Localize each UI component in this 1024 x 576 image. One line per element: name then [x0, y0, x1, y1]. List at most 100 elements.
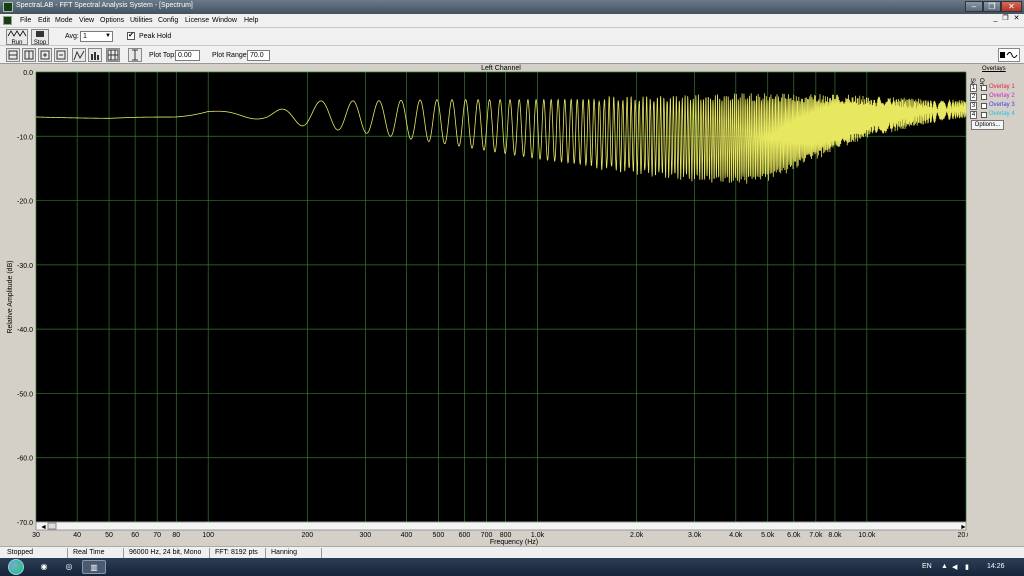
overlay-set-button-2[interactable]: 2	[970, 93, 977, 101]
network-icon[interactable]: ▮	[965, 563, 969, 571]
x-tick-label: 30	[32, 532, 40, 539]
overlay-name-3: Overlay 3	[989, 102, 1015, 108]
scroll-right-icon[interactable]: ►	[960, 524, 967, 531]
x-tick-label: 200	[301, 532, 313, 539]
overlay-set-button-3[interactable]: 3	[970, 102, 977, 110]
chrome-icon[interactable]: ◎	[58, 560, 80, 574]
menu-bar: File Edit Mode View Options Utilities Co…	[0, 14, 1024, 27]
y-tick-label: 0.0	[23, 70, 33, 77]
cursor-icon[interactable]	[128, 48, 142, 62]
menu-window[interactable]: Window	[212, 17, 237, 24]
close-button[interactable]: ✕	[1001, 1, 1022, 12]
x-tick-label: 70	[153, 532, 161, 539]
y-tick-label: -40.0	[17, 327, 33, 334]
run-wave-icon	[7, 30, 27, 37]
status-format: 96000 Hz, 24 bit, Mono	[126, 548, 210, 558]
overlay-name-2: Overlay 2	[989, 93, 1015, 99]
menu-mode[interactable]: Mode	[55, 17, 73, 24]
zoom-in-icon[interactable]	[38, 48, 52, 62]
zoom-y-icon[interactable]	[22, 48, 36, 62]
volume-icon[interactable]: ◀	[952, 563, 957, 571]
x-tick-label: 700	[481, 532, 493, 539]
start-button[interactable]	[8, 559, 24, 575]
peak-hold-checkbox[interactable]: ✔	[127, 32, 135, 40]
x-tick-label: 7.0k	[809, 532, 823, 539]
menu-help[interactable]: Help	[244, 17, 258, 24]
minimize-button[interactable]: –	[965, 1, 983, 12]
x-tick-label: 40	[73, 532, 81, 539]
menu-file[interactable]: File	[20, 17, 31, 24]
x-tick-label: 8.0k	[828, 532, 842, 539]
overlay-set-button-4[interactable]: 4	[970, 111, 977, 119]
status-fft: FFT: 8192 pts	[212, 548, 266, 558]
language-indicator[interactable]: EN	[922, 563, 932, 570]
overlay-set-button-1[interactable]: 1	[970, 84, 977, 92]
grid-icon[interactable]	[106, 48, 120, 62]
menu-options[interactable]: Options	[100, 17, 124, 24]
overlays-panel: Overlays Set On 1 Overlay 1 2 Overlay 2 …	[968, 64, 1024, 144]
y-tick-label: -50.0	[17, 391, 33, 398]
y-tick-label: -10.0	[17, 134, 33, 141]
scroll-left-icon[interactable]: ◄	[40, 524, 47, 531]
signal-generator-icon[interactable]	[998, 48, 1020, 62]
plot-range-input[interactable]: 70.0	[247, 50, 270, 61]
x-tick-label: 10.0k	[858, 532, 876, 539]
document-icon[interactable]	[3, 16, 12, 25]
y-axis-label: Relative Amplitude (dB)	[7, 260, 14, 333]
line-plot-icon[interactable]	[72, 48, 86, 62]
bar-plot-icon[interactable]	[88, 48, 102, 62]
chart-title: Left Channel	[481, 65, 521, 72]
y-tick-label: -60.0	[17, 456, 33, 463]
menu-edit[interactable]: Edit	[38, 17, 50, 24]
x-tick-label: 600	[459, 532, 471, 539]
overlay-options-button[interactable]: Options...	[971, 120, 1004, 130]
zoom-x-icon[interactable]	[6, 48, 20, 62]
horizontal-scrollbar[interactable]	[35, 521, 967, 531]
toolbar-plot: Plot Top: 0.00 Plot Range: 70.0	[0, 45, 1024, 64]
maximize-button[interactable]: ❐	[983, 1, 1001, 12]
x-tick-label: 2.0k	[630, 532, 644, 539]
mdi-minimize-button[interactable]: _	[991, 15, 1000, 24]
x-axis-label: Frequency (Hz)	[490, 539, 538, 546]
avg-label: Avg:	[65, 33, 79, 40]
status-state: Stopped	[4, 548, 68, 558]
overlays-header: Overlays	[982, 66, 1006, 72]
avg-value: 1	[83, 33, 87, 40]
toolbar-main: Run Stop Avg: 1 ▼ ✔ Peak Hold	[0, 27, 1024, 46]
mdi-close-button[interactable]: ✕	[1012, 15, 1021, 24]
spectralab-taskbar-icon[interactable]: ▥	[82, 560, 106, 574]
menu-config[interactable]: Config	[158, 17, 178, 24]
clock[interactable]: 14:26	[987, 563, 1005, 570]
y-tick-label: -70.0	[17, 520, 33, 527]
run-button[interactable]: Run	[6, 29, 28, 46]
tray-expand-icon[interactable]: ▲	[941, 563, 948, 570]
title-bar: SpectraLAB - FFT Spectral Analysis Syste…	[0, 0, 1024, 14]
overlay-checkbox-4[interactable]	[981, 112, 987, 118]
menu-license[interactable]: License	[185, 17, 209, 24]
overlay-checkbox-3[interactable]	[981, 103, 987, 109]
spectrum-chart[interactable]: Left Channel 0.0 -10.0 -20.0 -30.0 -40.0 -50.…	[0, 64, 968, 546]
overlay-checkbox-2[interactable]	[981, 94, 987, 100]
chevron-down-icon: ▼	[105, 33, 111, 39]
mdi-restore-button[interactable]: ❐	[1001, 15, 1010, 24]
avg-select[interactable]: 1 ▼	[80, 31, 113, 42]
x-tick-label: 20.0k	[957, 532, 968, 539]
x-tick-label: 300	[359, 532, 371, 539]
overlay-row-1: 1 Overlay 1	[968, 84, 1024, 92]
x-tick-label: 60	[131, 532, 139, 539]
peak-hold-label: Peak Hold	[139, 33, 172, 40]
overlay-row-3: 3 Overlay 3	[968, 102, 1024, 110]
overlay-checkbox-1[interactable]	[981, 85, 987, 91]
app-icon	[3, 2, 13, 12]
x-tick-label: 3.0k	[688, 532, 702, 539]
overlay-name-1: Overlay 1	[989, 84, 1015, 90]
scroll-thumb[interactable]	[47, 522, 57, 530]
status-mode: Real Time	[70, 548, 124, 558]
plot-top-input[interactable]: 0.00	[175, 50, 200, 61]
menu-utilities[interactable]: Utilities	[130, 17, 153, 24]
stop-button[interactable]: Stop	[31, 29, 49, 46]
zoom-out-icon[interactable]	[54, 48, 68, 62]
menu-view[interactable]: View	[79, 17, 94, 24]
spectrum-view: Left Channel 0.0 -10.0 -20.0 -30.0 -40.0 -50.…	[0, 64, 1024, 546]
browser-icon[interactable]: ◉	[33, 560, 55, 574]
